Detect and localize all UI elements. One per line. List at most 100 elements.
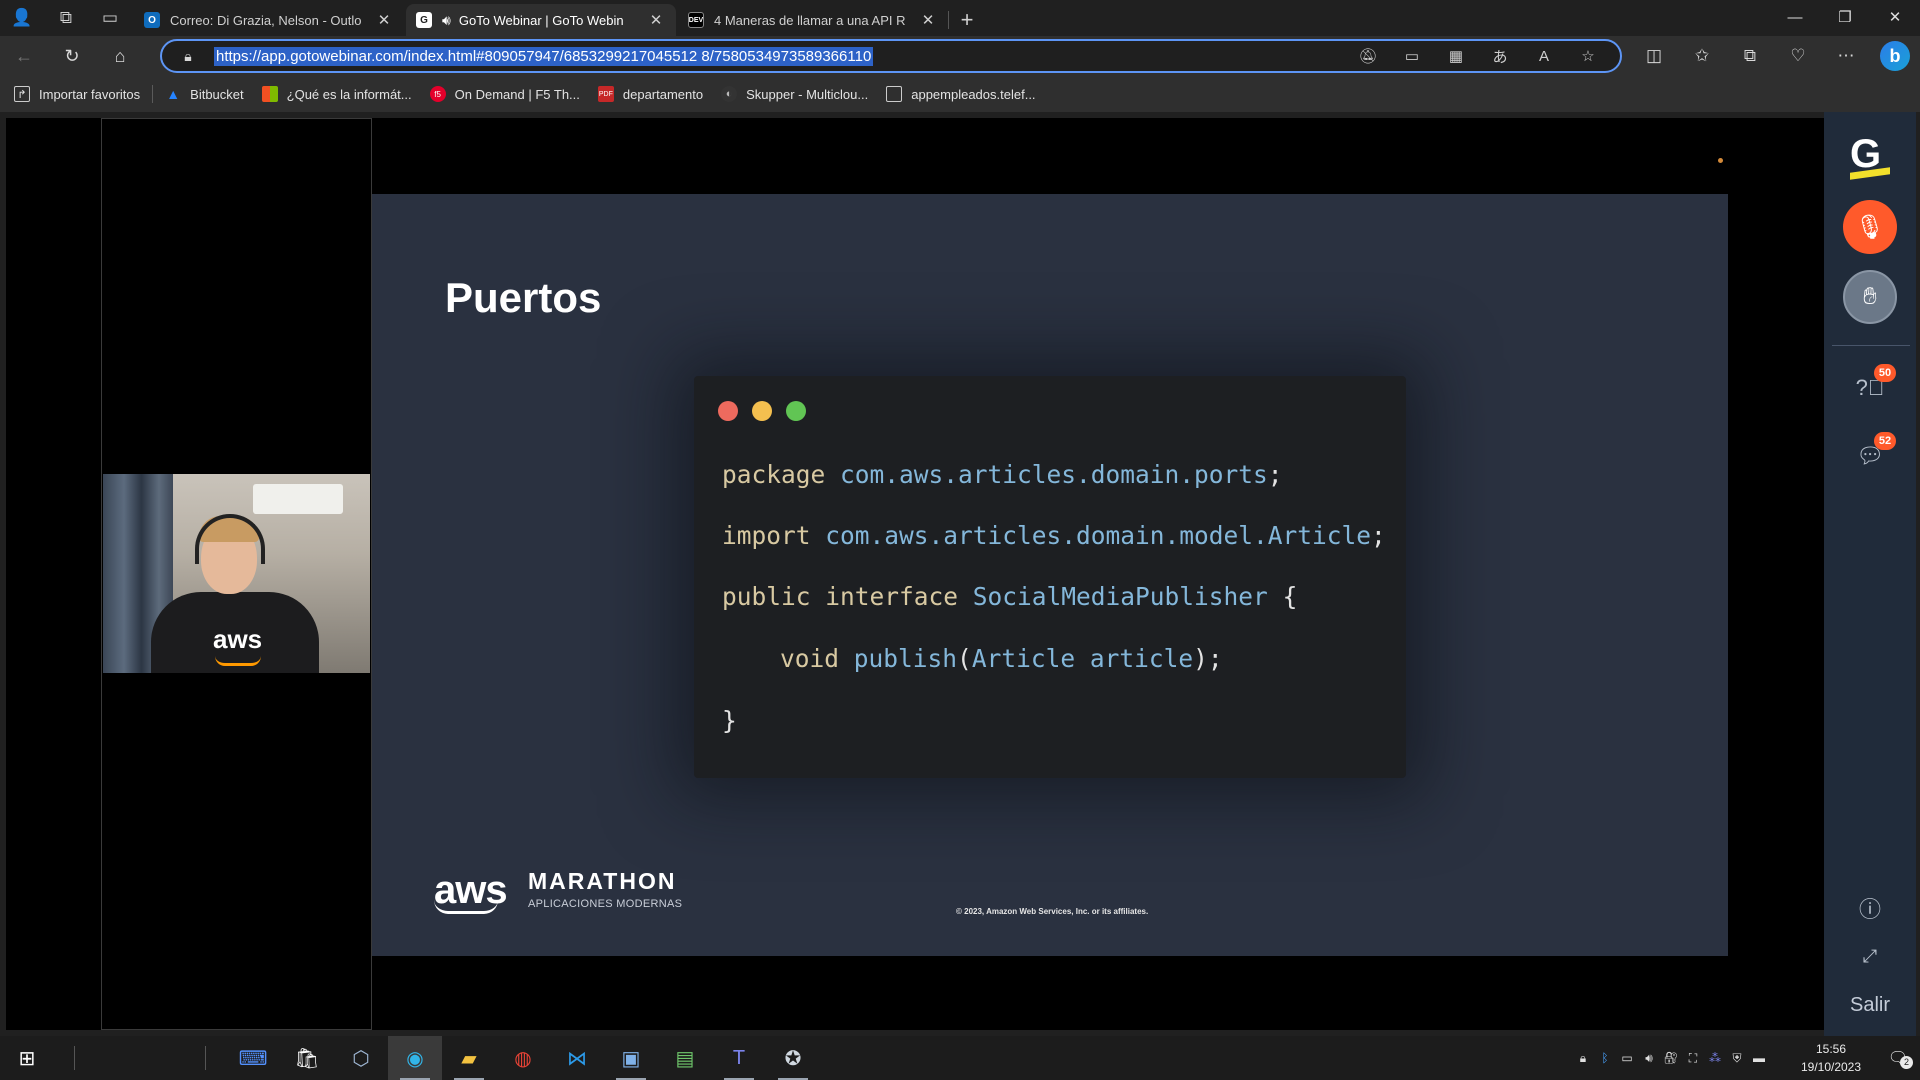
raise-hand-button[interactable]: ✋︎: [1843, 270, 1897, 324]
bing-copilot-icon[interactable]: b: [1880, 41, 1910, 71]
f5-icon: f5: [429, 86, 446, 102]
exit-button[interactable]: Salir: [1824, 994, 1916, 1017]
bookmark-import-favorites[interactable]: ↱ Importar favoritos: [14, 86, 140, 102]
edge-icon: ◉: [406, 1047, 424, 1070]
code-line-close: }: [722, 706, 737, 735]
clock-date: 19/10/2023: [1800, 1060, 1862, 1074]
code-identifier: publish: [853, 644, 958, 673]
tab-actions-icon[interactable]: ▭: [88, 0, 132, 36]
battery-icon[interactable]: ▬: [1748, 1051, 1770, 1065]
network-icon[interactable]: ▭: [1616, 1051, 1638, 1065]
goto-control-panel: G 🎙︎ ✋︎ ?⃝ 50 💬︎ 52 ⓘ ⤢ Salir: [1824, 112, 1916, 1036]
toolbar-right: ◫ ✩ ⧉ ♡ ⋯ b: [1630, 36, 1920, 76]
browser-essentials-icon[interactable]: ♡: [1774, 46, 1822, 66]
microsoft-icon: [261, 86, 278, 102]
favorite-star-icon[interactable]: ☆: [1566, 47, 1610, 65]
notifications-blocked-icon[interactable]: 🔕︎: [1346, 47, 1390, 65]
clock-time: 15:56: [1815, 1042, 1847, 1056]
tray-lock-icon[interactable]: 🔐︎: [1660, 1051, 1682, 1065]
defender-icon[interactable]: ⛨: [1726, 1051, 1748, 1066]
workspaces-icon[interactable]: ⧉: [44, 0, 88, 36]
vscode-icon: ⋈: [567, 1047, 587, 1070]
more-menu-icon[interactable]: ⋯: [1822, 46, 1870, 66]
close-tab-icon[interactable]: ✕: [374, 11, 394, 29]
tab-title: Correo: Di Grazia, Nelson - Outlo: [170, 12, 362, 28]
close-window-icon[interactable]: ✕: [1870, 0, 1920, 34]
bookmark-skupper[interactable]: ◐ Skupper - Multiclou...: [721, 86, 868, 102]
notification-center-button[interactable]: 🗨︎ 2: [1876, 1048, 1920, 1069]
taskbar-remote-desktop[interactable]: ▣: [604, 1036, 658, 1080]
bookmark-departamento[interactable]: PDF departamento: [597, 86, 703, 102]
microphone-button[interactable]: 🎙︎: [1843, 200, 1897, 254]
app-available-icon[interactable]: ▭: [1390, 47, 1434, 65]
chat-button[interactable]: 💬︎ 52: [1856, 432, 1896, 470]
taskbar-sheets[interactable]: ▤: [658, 1036, 712, 1080]
taskbar-virtualbox[interactable]: ⬡: [334, 1036, 388, 1080]
taskbar-teams[interactable]: T: [712, 1036, 766, 1080]
taskbar-file-explorer[interactable]: ▰: [442, 1036, 496, 1080]
presenter-webcam: aws: [103, 474, 370, 673]
read-aloud-icon[interactable]: A: [1522, 48, 1566, 65]
code-identifier: SocialMediaPublisher: [972, 582, 1268, 611]
profile-avatar-icon[interactable]: 👤: [0, 0, 44, 36]
code-window: package com.aws.articles.domain.ports; i…: [694, 376, 1406, 778]
minimize-icon[interactable]: —: [1770, 0, 1820, 34]
info-button[interactable]: ⓘ: [1856, 894, 1884, 922]
questions-button[interactable]: ?⃝ 50: [1856, 364, 1896, 402]
restore-icon[interactable]: ❐: [1820, 0, 1870, 34]
bookmark-bitbucket[interactable]: ▲ Bitbucket: [165, 86, 243, 102]
tab-dev[interactable]: DEV 4 Maneras de llamar a una API R ✕: [678, 4, 948, 36]
window-controls: — ❐ ✕: [1770, 0, 1920, 34]
taskbar-powershell[interactable]: ⌨: [226, 1036, 280, 1080]
bookmark-f5[interactable]: f5 On Demand | F5 Th...: [429, 86, 580, 102]
bookmark-label: Bitbucket: [190, 86, 244, 102]
code-keyword: void: [780, 644, 840, 673]
url-text[interactable]: https://app.gotowebinar.com/index.html#8…: [214, 46, 874, 66]
code-keyword: public interface: [722, 582, 959, 611]
close-tab-icon[interactable]: ✕: [646, 11, 666, 29]
bluetooth-icon[interactable]: ᛒ: [1594, 1051, 1616, 1065]
code-identifier: com.aws.articles.domain.ports: [840, 460, 1268, 489]
webcam-column: aws: [101, 118, 372, 1030]
fullscreen-button[interactable]: ⤢: [1856, 942, 1884, 970]
taskbar-app[interactable]: ✪: [766, 1036, 820, 1080]
favorites-icon[interactable]: ✩: [1678, 46, 1726, 66]
back-icon[interactable]: ←: [0, 36, 48, 76]
display-icon[interactable]: ⛶: [1682, 1051, 1704, 1066]
taskbar-vscode[interactable]: ⋈: [550, 1036, 604, 1080]
pdf-icon: PDF: [597, 86, 614, 102]
bookmark-informatica[interactable]: ¿Qué es la informát...: [261, 86, 412, 102]
system-clock[interactable]: 15:56 19/10/2023: [1786, 1040, 1876, 1076]
home-icon[interactable]: ⌂: [96, 36, 144, 76]
translate-icon[interactable]: あ: [1478, 46, 1522, 67]
extensions-icon[interactable]: ▦: [1434, 47, 1478, 65]
refresh-icon[interactable]: ↻: [48, 36, 96, 76]
taskbar-store[interactable]: 🛍︎: [280, 1036, 334, 1080]
address-bar[interactable]: 🔒︎ https://app.gotowebinar.com/index.htm…: [160, 39, 1622, 73]
code-line-method: void publish(Article article);: [780, 644, 1223, 673]
start-button[interactable]: ⊞: [0, 1036, 54, 1080]
tab-gotowebinar[interactable]: G 🔊︎ GoTo Webinar | GoTo Webin ✕: [406, 4, 676, 36]
bitbucket-icon: ▲: [166, 86, 181, 102]
taskbar-separator: [205, 1046, 206, 1070]
tab-outlook[interactable]: O Correo: Di Grazia, Nelson - Outlo ✕: [134, 4, 404, 36]
bookmark-label: Skupper - Multiclou...: [746, 86, 869, 102]
taskbar-edge[interactable]: ◉: [388, 1036, 442, 1080]
tray-security-icon[interactable]: 🔒︎: [1572, 1051, 1594, 1066]
speaker-icon[interactable]: 🔊︎: [442, 12, 451, 29]
slide-title: Puertos: [445, 274, 602, 321]
aws-wordmark: aws: [434, 868, 508, 912]
collections-icon[interactable]: ⧉: [1726, 46, 1774, 66]
close-tab-icon[interactable]: ✕: [918, 11, 938, 29]
webinar-viewport: aws Puertos package com.aws.articles.dom…: [0, 112, 1920, 1036]
new-tab-button[interactable]: +: [949, 4, 985, 36]
event-name: MARATHON: [528, 868, 677, 894]
taskbar-chrome[interactable]: ◍: [496, 1036, 550, 1080]
bookmark-appempleados[interactable]: appempleados.telef...: [886, 86, 1036, 102]
lock-icon[interactable]: 🔒︎: [170, 48, 206, 65]
windows-icon: ⊞: [18, 1047, 36, 1070]
volume-icon[interactable]: 🔊︎: [1638, 1051, 1660, 1066]
hand-icon: ✋︎: [1863, 283, 1877, 310]
teams-tray-icon[interactable]: ⁂: [1704, 1051, 1726, 1065]
split-screen-icon[interactable]: ◫: [1630, 46, 1678, 66]
